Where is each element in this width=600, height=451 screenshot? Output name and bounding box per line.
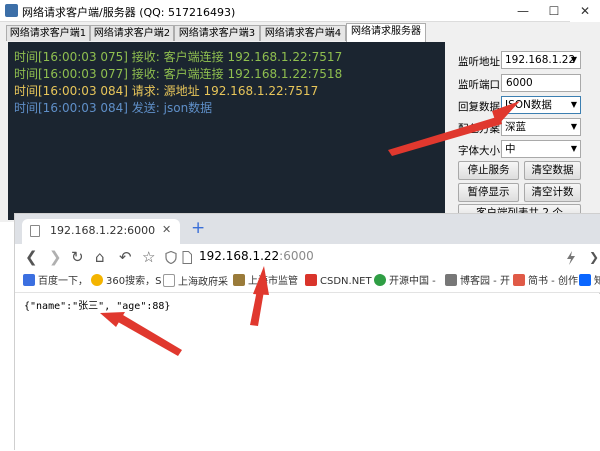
search-360-icon [91, 274, 103, 286]
bookmark-item[interactable]: 百度一下， [23, 274, 88, 290]
url-text: 192.168.1.22:6000 [199, 249, 314, 263]
chevron-right-icon[interactable]: ❯ [589, 248, 599, 266]
bookmark-label: 上海市监管 [248, 276, 298, 287]
log-line: 时间[16:00:03 084] 请求: 源地址 192.168.1.22:75… [14, 84, 319, 98]
listen-address-label: 监听地址 [458, 56, 500, 68]
window-title: 网络请求客户端/服务器 (QQ: 517216493) [22, 6, 236, 19]
tab-client-2[interactable]: 网络请求客户端2 [90, 25, 174, 41]
color-scheme-label: 配色方案 [458, 123, 500, 135]
font-size-combo[interactable]: 中 ▼ [501, 140, 581, 158]
log-line: 时间[16:00:03 077] 接收: 客户端连接 192.168.1.22:… [14, 67, 343, 81]
back-icon[interactable]: ❮ [25, 248, 38, 266]
bookmark-label: 360搜索，S [106, 276, 162, 287]
bookmark-label: 上海政府采 [178, 277, 228, 288]
bookmark-item[interactable]: 上海市监管 [233, 274, 298, 290]
listen-address-combo[interactable]: 192.168.1.22 ▼ [501, 51, 581, 69]
home-icon[interactable]: ⌂ [95, 248, 105, 266]
address-bar[interactable]: 192.168.1.22:6000 [161, 247, 551, 268]
bookmark-item[interactable]: CSDN.NET [305, 274, 372, 290]
title-bar: 网络请求客户端/服务器 (QQ: 517216493) — ☐ ✕ [0, 0, 600, 22]
bookmark-item[interactable]: 开源中国 - [374, 274, 436, 290]
log-panel[interactable]: 时间[16:00:03 075] 接收: 客户端连接 192.168.1.22:… [8, 42, 445, 220]
bookmark-label: 百度一下， [38, 276, 88, 287]
browser-toolbar: ❮ ❯ ↻ ⌂ ↶ ☆ 192.168.1.22:6000 ❯ [15, 244, 600, 271]
tab-client-3[interactable]: 网络请求客户端3 [174, 25, 260, 41]
bookmark-label: 知 [594, 276, 600, 287]
color-scheme-combo[interactable]: 深蓝 ▼ [501, 118, 581, 136]
page-icon [30, 225, 40, 237]
clear-data-button[interactable]: 清空数据 [524, 161, 581, 180]
forward-icon[interactable]: ❯ [49, 248, 62, 266]
server-tool-window: 网络请求客户端/服务器 (QQ: 517216493) — ☐ ✕ 网络请求客户… [0, 0, 600, 223]
url-host: 192.168.1.22 [199, 249, 280, 263]
json-response: {"name":"张三", "age":88} [24, 301, 171, 312]
chevron-down-icon: ▼ [570, 144, 577, 153]
bookmark-label: 博客园 - 开 [460, 276, 510, 287]
shield-icon [165, 251, 177, 264]
bookmark-item[interactable]: 360搜索，S [91, 274, 161, 290]
bookmarks-bar: 百度一下， 360搜索，S 上海政府采 上海市监管 CSDN.NET 开源中国 … [15, 271, 600, 293]
clear-count-button[interactable]: 清空计数 [524, 183, 581, 202]
log-line: 时间[16:00:03 084] 发送: json数据 [14, 101, 213, 115]
page-info-icon [182, 251, 192, 264]
stop-service-button[interactable]: 停止服务 [458, 161, 519, 180]
new-tab-icon[interactable]: + [191, 219, 205, 237]
bookmark-item[interactable]: 知 [579, 274, 600, 290]
bookmark-item[interactable]: 博客园 - 开 [445, 274, 510, 290]
browser-tab-title: 192.168.1.22:6000 [50, 224, 156, 237]
bookmark-item[interactable]: 简书 - 创作 [513, 274, 578, 290]
font-size-label: 字体大小 [458, 145, 500, 157]
page-icon [163, 274, 175, 287]
chevron-down-icon: ▼ [570, 55, 577, 64]
zhihu-icon [579, 274, 591, 286]
paw-icon [23, 274, 35, 286]
jianshu-icon [513, 274, 525, 286]
listen-port-label: 监听端口 [458, 79, 500, 91]
close-tab-icon[interactable]: ✕ [162, 223, 171, 236]
close-button[interactable]: ✕ [570, 0, 600, 22]
tab-server[interactable]: 网络请求服务器 [346, 23, 426, 42]
color-scheme-value: 深蓝 [505, 121, 526, 133]
star-icon[interactable]: ☆ [142, 248, 155, 266]
browser-tab[interactable]: 192.168.1.22:6000 ✕ [22, 219, 180, 244]
tab-client-1[interactable]: 网络请求客户端1 [6, 25, 90, 41]
listen-port-input[interactable]: 6000 [501, 74, 581, 92]
browser-window: 192.168.1.22:6000 ✕ + ❮ ❯ ↻ ⌂ ↶ ☆ 192.16… [14, 213, 600, 451]
url-port: :6000 [279, 249, 314, 263]
reload-icon[interactable]: ↻ [71, 248, 84, 266]
minimize-button[interactable]: — [508, 0, 538, 22]
reply-data-label: 回复数据 [458, 101, 500, 113]
chevron-down-icon: ▼ [570, 100, 577, 109]
bookmark-label: 开源中国 - [389, 276, 436, 287]
lightning-icon[interactable] [566, 251, 576, 265]
reply-data-value: JSON数据 [505, 99, 552, 111]
listen-address-value: 192.168.1.22 [505, 54, 576, 66]
cnblogs-icon [445, 274, 457, 286]
chevron-down-icon: ▼ [570, 122, 577, 131]
bookmark-label: 简书 - 创作 [528, 276, 578, 287]
reply-data-combo[interactable]: JSON数据 ▼ [501, 96, 581, 114]
maximize-button[interactable]: ☐ [539, 0, 569, 22]
tab-client-4[interactable]: 网络请求客户端4 [260, 25, 346, 41]
pause-display-button[interactable]: 暂停显示 [458, 183, 519, 202]
bookmark-label: CSDN.NET [320, 276, 372, 287]
csdn-icon [305, 274, 317, 286]
oschina-icon [374, 274, 386, 286]
app-icon [5, 4, 18, 17]
undo-icon[interactable]: ↶ [119, 248, 132, 266]
emblem-icon [233, 274, 245, 286]
browser-tab-strip: 192.168.1.22:6000 ✕ + [15, 214, 600, 244]
bookmark-item[interactable]: 上海政府采 [163, 274, 228, 290]
font-size-value: 中 [505, 143, 516, 155]
page-content: {"name":"张三", "age":88} [15, 294, 600, 451]
tab-bar: 网络请求客户端1 网络请求客户端2 网络请求客户端3 网络请求客户端4 网络请求… [6, 23, 596, 42]
log-line: 时间[16:00:03 075] 接收: 客户端连接 192.168.1.22:… [14, 50, 343, 64]
